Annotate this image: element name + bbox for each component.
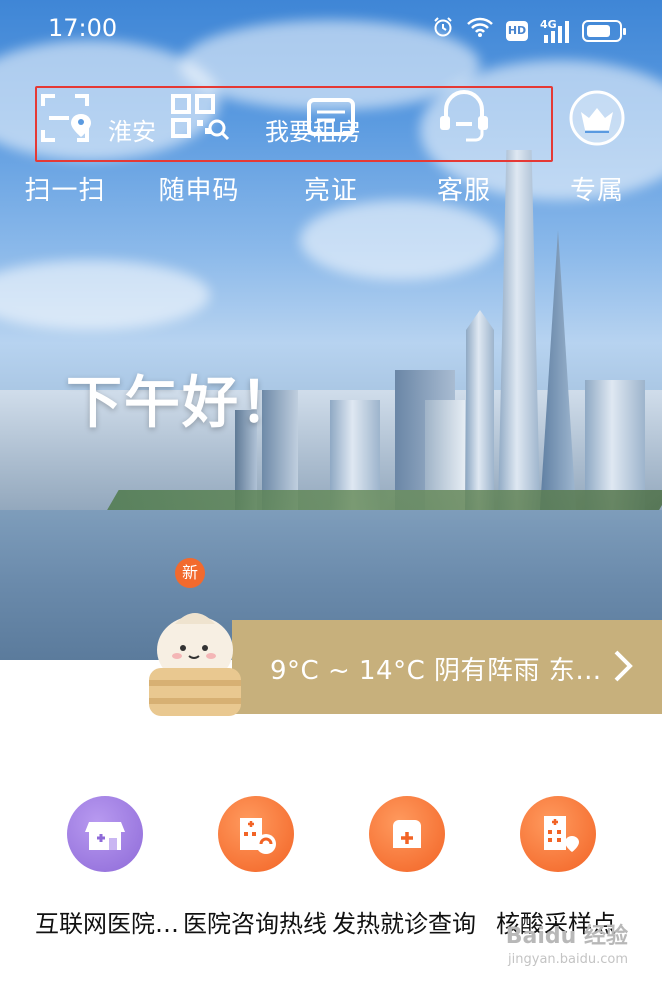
weather-banner[interactable]: 9°C ~ 14°C 阴有阵雨 东… — [232, 620, 662, 714]
weather-text: 9°C ~ 14°C 阴有阵雨 东… — [270, 656, 602, 686]
status-icons: HD 4G — [432, 16, 626, 45]
service-fever-clinic[interactable] — [332, 796, 482, 872]
quick-action-label: 随申码 — [158, 176, 240, 206]
alarm-icon — [432, 16, 454, 45]
watermark-url: jingyan.baidu.com — [508, 952, 628, 967]
battery-icon — [582, 19, 626, 42]
watermark: Baidu 经验 — [505, 924, 628, 949]
crown-icon — [567, 88, 627, 148]
clinic-store-icon — [67, 796, 143, 872]
status-bar: 17:00 HD 4G — [0, 0, 662, 62]
quick-action-exclusive[interactable]: 专属 — [542, 88, 652, 207]
quick-action-label: 扫一扫 — [24, 176, 106, 206]
service-label[interactable]: 互联网医院… — [35, 904, 179, 939]
service-label[interactable]: 医院咨询热线 — [183, 904, 327, 939]
service-label[interactable]: 发热就诊查询 — [332, 904, 476, 939]
quick-action-label: 专属 — [569, 176, 624, 206]
battery-level — [587, 24, 610, 37]
medical-box-icon — [369, 796, 445, 872]
status-time: 17:00 — [48, 14, 118, 42]
service-nucleic-acid[interactable] — [483, 796, 633, 872]
hd-icon: HD — [506, 20, 528, 41]
service-internet-hospital[interactable] — [30, 796, 180, 872]
chevron-right-icon — [614, 650, 633, 682]
greeting: 下午好！ — [66, 371, 298, 436]
wifi-icon — [466, 16, 494, 45]
hospital-location-icon — [520, 796, 596, 872]
service-hospital-hotline[interactable] — [181, 796, 331, 872]
hospital-phone-icon — [218, 796, 294, 872]
quick-action-label: 客服 — [436, 176, 491, 206]
signal-4g-icon: 4G — [540, 18, 570, 43]
highlight-box — [35, 86, 553, 162]
quick-action-label: 亮证 — [303, 176, 358, 206]
new-badge: 新 — [175, 558, 205, 588]
